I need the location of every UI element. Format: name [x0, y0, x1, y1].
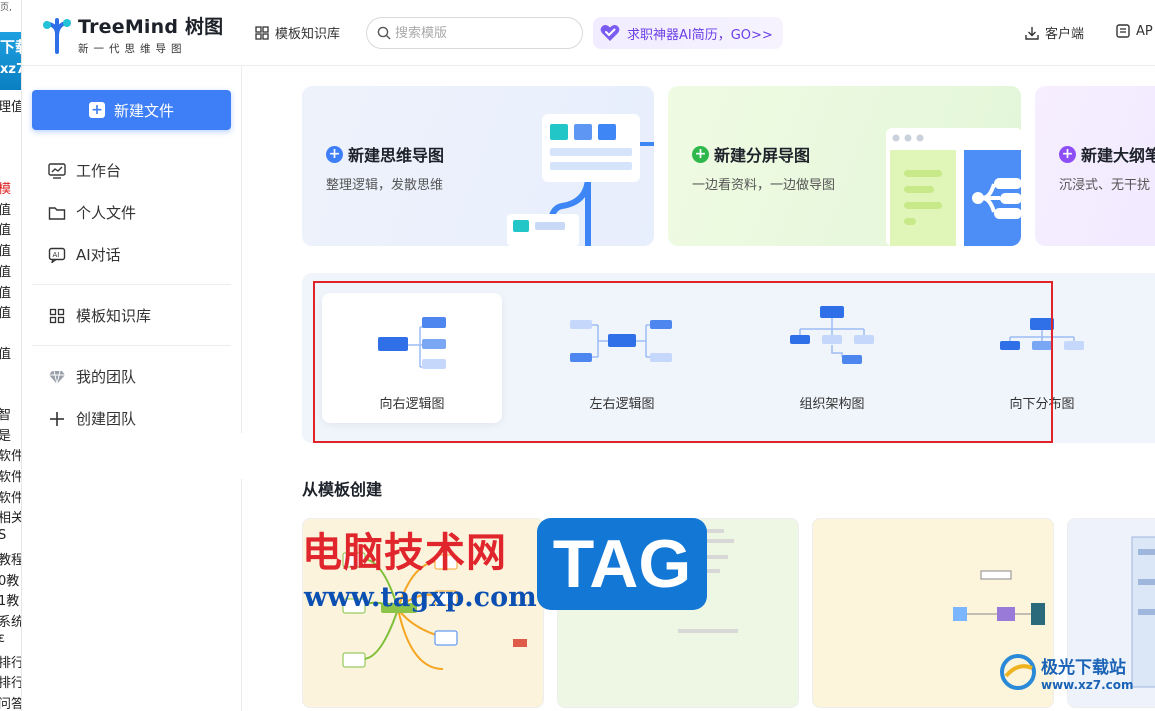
bleed-list-item: 软件: [0, 487, 21, 506]
download-icon: [1025, 26, 1039, 40]
ai-heart-icon: [600, 25, 620, 41]
plus-icon: +: [88, 102, 105, 118]
bleed-list-item: 值: [0, 343, 11, 362]
sidebar-item-ai-chat[interactable]: AI AI对话: [48, 244, 121, 265]
sidebar-item-dashboard[interactable]: 工作台: [48, 160, 121, 181]
aurora-logo-icon: [1000, 654, 1036, 690]
card-title: 新建分屏导图: [714, 146, 811, 165]
card-title: 新建思维导图: [348, 146, 445, 165]
sidebar-item-label: AI对话: [76, 246, 121, 264]
plus-circle-icon: +: [1059, 145, 1076, 163]
dashboard-icon: [48, 162, 66, 180]
card-subtitle: 一边看资料，一边做导图: [692, 178, 836, 193]
ai-resume-promo[interactable]: 求职神器AI简历，GO>>: [593, 17, 783, 49]
new-mindmap-card[interactable]: + 新建思维导图 整理逻辑，发散思维: [302, 86, 654, 246]
bleed-list-item: 排行: [0, 672, 21, 691]
bleed-list-item: 智: [0, 404, 11, 423]
annotation-highlight-box: [313, 281, 1053, 443]
treemind-logo[interactable]: TreeMind 树图 新一代思维导图: [42, 12, 223, 56]
grid-icon: [255, 25, 269, 40]
plus-circle-icon: +: [692, 145, 709, 163]
sidebar-item-personal-files[interactable]: 个人文件: [48, 202, 136, 223]
bleed-list-item: 值: [0, 302, 11, 321]
plus-circle-icon: +: [326, 145, 343, 163]
grid-icon: [48, 307, 66, 325]
watermark-xz7-name: 极光下载站: [1041, 657, 1126, 678]
svg-text:AI: AI: [53, 251, 60, 259]
search-input[interactable]: [395, 25, 565, 41]
client-download-button[interactable]: 客户端: [1024, 23, 1084, 42]
bleed-list-item: 值: [0, 240, 11, 259]
new-file-button[interactable]: + 新建文件: [32, 90, 231, 130]
ai-resume-promo-label: 求职神器AI简历，GO>>: [627, 27, 773, 43]
bleed-list-item: 1教: [0, 594, 20, 609]
section-title-from-template: 从模板创建: [302, 480, 383, 499]
bleed-list-item: 值: [0, 219, 11, 238]
split-screen-illustration: [886, 128, 1021, 246]
api-label: AP: [1136, 23, 1153, 39]
sidebar-item-create-team[interactable]: 创建团队: [48, 408, 136, 429]
bleed-list-item: 软件: [0, 445, 21, 464]
bleed-list-item: 值: [0, 199, 11, 218]
watermark-xz7-url: www.xz7.com: [1041, 677, 1134, 692]
bleed-list-item: 相关: [0, 507, 21, 526]
bleed-list-item: 软件: [0, 466, 21, 485]
card-title: 新建大纲笔: [1081, 146, 1155, 165]
bleed-banner-bottom: xz7: [0, 62, 21, 77]
search-icon: [377, 26, 391, 40]
sidebar-item-label: 模板知识库: [76, 307, 152, 325]
bleed-list-item: 是: [0, 425, 11, 444]
bleed-list-item: 理值: [0, 96, 21, 115]
new-outline-note-card[interactable]: + 新建大纲笔 沉浸式、无干扰: [1035, 86, 1155, 246]
sidebar-item-my-team[interactable]: 我的团队: [48, 366, 136, 387]
folder-icon: [48, 204, 66, 222]
bleed-top-text: 页,: [0, 0, 21, 13]
bleed-banner-top: 下载: [0, 38, 21, 56]
watermark-site-name: 电脑技术网: [302, 530, 507, 576]
plus-icon: [48, 410, 66, 428]
sidebar: + 新建文件 工作台 个人文件 AI AI对话 模板知识库 我的团队 创建团队: [22, 66, 242, 711]
sidebar-item-template-library[interactable]: 模板知识库: [48, 305, 151, 326]
bleed-list-item: 系统: [0, 611, 21, 630]
client-download-label: 客户端: [1045, 27, 1085, 42]
card-subtitle: 沉浸式、无干扰: [1059, 178, 1151, 193]
mindmap-illustration: [507, 114, 654, 246]
sidebar-item-label: 创建团队: [76, 410, 137, 428]
bleed-banner: 下载 xz7: [0, 32, 21, 90]
sidebar-item-label: 我的团队: [76, 368, 137, 386]
api-button[interactable]: AP: [1115, 23, 1153, 39]
bleed-list-item: 教程: [0, 549, 21, 568]
logo-title: TreeMind 树图: [78, 16, 224, 38]
ai-chat-icon: AI: [48, 246, 66, 264]
watermark-tag-logo: TAG: [537, 518, 707, 610]
watermark-xz7-logo: 极光下载站 www.xz7.com: [998, 652, 1134, 692]
bleed-list-item: 问答: [0, 693, 21, 711]
header-template-library-label: 模板知识库: [275, 27, 341, 42]
bleed-list-item: 值: [0, 261, 11, 280]
app-window: 页, 下载 xz7 理值模值值值值值值值智是软件软件软件相关S教程0教1教系统ε…: [0, 0, 1155, 711]
sidebar-item-label: 工作台: [76, 162, 122, 180]
sidebar-divider: [32, 345, 231, 346]
top-header: TreeMind 树图 新一代思维导图 模板知识库 搜索模版 求职神器AI简历，…: [22, 0, 1155, 66]
header-template-library-link[interactable]: 模板知识库: [255, 23, 340, 42]
bleed-list-item: 0教: [0, 574, 20, 589]
new-file-label: 新建文件: [113, 101, 174, 120]
main-content: + 新建思维导图 整理逻辑，发散思维 + 新建分屏导图 一边看资料，一边做导图 …: [242, 66, 1155, 711]
treemind-logo-icon: [42, 14, 72, 54]
bleed-list-item: 排行: [0, 652, 21, 671]
bleed-list-item: S: [0, 528, 6, 543]
sidebar-divider: [32, 284, 231, 285]
logo-subtitle: 新一代思维导图: [78, 43, 187, 55]
background-window-strip: 页, 下载 xz7 理值模值值值值值值值智是软件软件软件相关S教程0教1教系统ε…: [0, 0, 22, 711]
watermark-site-url: www.tagxp.com: [304, 582, 537, 613]
bleed-list-item: 值: [0, 282, 11, 301]
new-split-mindmap-card[interactable]: + 新建分屏导图 一边看资料，一边做导图: [668, 86, 1021, 246]
bleed-list-item: ε: [0, 631, 5, 646]
card-subtitle: 整理逻辑，发散思维: [326, 178, 444, 193]
team-diamond-icon: [48, 368, 66, 386]
api-icon: [1116, 24, 1130, 38]
sidebar-item-label: 个人文件: [76, 204, 137, 222]
search-box[interactable]: [366, 17, 583, 49]
bleed-list-item: 模: [0, 178, 11, 197]
